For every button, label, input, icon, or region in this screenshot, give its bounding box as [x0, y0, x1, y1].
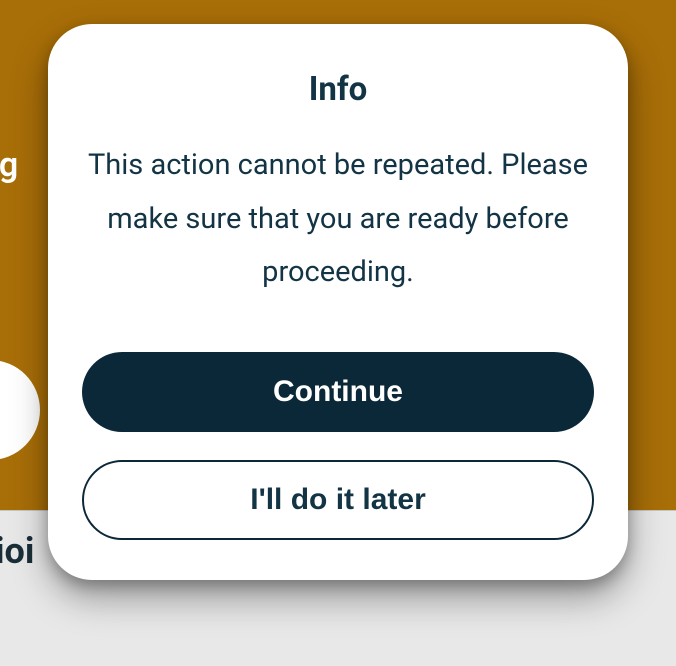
continue-button[interactable]: Continue	[82, 352, 594, 432]
dialog-body-text: This action cannot be repeated. Please m…	[82, 139, 594, 300]
dialog-title: Info	[309, 70, 368, 109]
info-dialog: Info This action cannot be repeated. Ple…	[48, 24, 628, 580]
background-partial-text-top: ig	[0, 145, 18, 185]
do-later-button[interactable]: I'll do it later	[82, 460, 594, 540]
background-partial-text-bottom: ioi	[0, 530, 34, 572]
